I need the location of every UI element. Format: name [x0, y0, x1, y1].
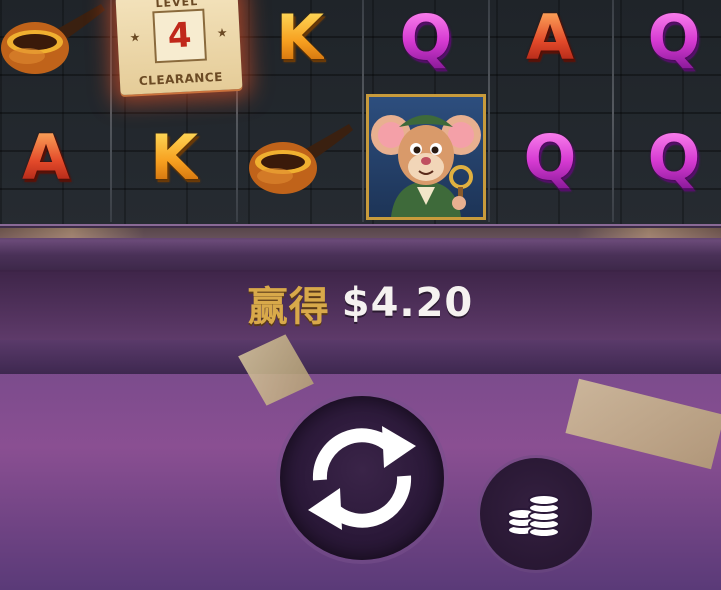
- star-icon: ★: [129, 30, 141, 45]
- letter-k: K: [149, 121, 199, 194]
- symbol-q: Q: [490, 108, 610, 208]
- letter-a: A: [22, 121, 70, 194]
- bet-coins-button[interactable]: [480, 458, 592, 570]
- symbol-k: K: [240, 0, 360, 88]
- symbol-q: Q: [614, 108, 721, 208]
- symbol-a: A: [490, 0, 610, 88]
- symbol-a: A: [0, 108, 106, 208]
- level-clearance-card: LEVEL ★ ★ 4 CLEARANCE: [115, 0, 243, 96]
- pipe-symbol: [0, 0, 112, 88]
- mouse-detective-icon: [371, 115, 481, 217]
- pipe-icon: [249, 124, 353, 194]
- reel-frame-trim: [0, 228, 721, 238]
- win-display: 赢得 $4.20: [0, 278, 721, 330]
- win-amount: $4.20: [341, 280, 474, 326]
- spin-button[interactable]: [280, 396, 444, 560]
- star-icon: ★: [216, 25, 228, 41]
- level-number: 4: [152, 8, 207, 64]
- symbol-k: K: [114, 108, 234, 208]
- reel-divider: [362, 0, 364, 222]
- win-label: 赢得: [247, 284, 330, 330]
- symbol-q: Q: [614, 0, 721, 88]
- symbol-q: Q: [366, 0, 486, 88]
- reel-grid: LEVEL ★ ★ 4 CLEARANCE K Q A Q A K Q Q: [0, 0, 721, 228]
- coin-stack-icon: [507, 494, 560, 538]
- pipe-symbol: [240, 108, 360, 208]
- panel-stripe: [0, 340, 721, 374]
- mouse-detective-symbol: [366, 94, 486, 220]
- letter-q: Q: [647, 121, 701, 194]
- letter-k: K: [275, 1, 325, 74]
- letter-q: Q: [647, 1, 701, 74]
- clearance-label: CLEARANCE: [138, 69, 224, 89]
- letter-q: Q: [523, 121, 577, 194]
- refresh-arrows-icon: [308, 426, 416, 530]
- pipe-icon: [1, 4, 105, 74]
- letter-a: A: [526, 1, 574, 74]
- letter-q: Q: [399, 1, 453, 74]
